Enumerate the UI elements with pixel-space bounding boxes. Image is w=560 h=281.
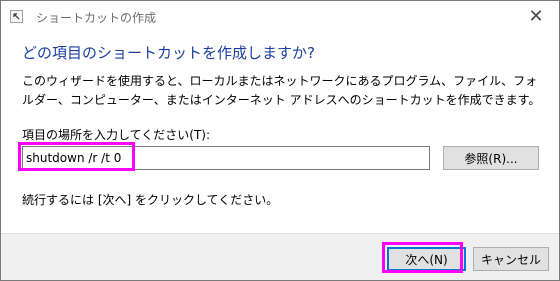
button-bar: 次へ(N) キャンセル xyxy=(1,233,559,280)
next-button[interactable]: 次へ(N) xyxy=(387,247,466,271)
continue-instruction: 続行するには [次へ] をクリックしてください。 xyxy=(22,193,279,207)
close-icon: ✕ xyxy=(528,6,544,27)
browse-button[interactable]: 参照(R)... xyxy=(443,146,539,170)
back-arrow-icon xyxy=(13,13,20,20)
wizard-description: このウィザードを使用すると、ローカルまたはネットワークにあるプログラム、ファイル… xyxy=(22,74,541,107)
window-title: ショートカットの作成 xyxy=(36,11,157,25)
back-button[interactable] xyxy=(10,10,23,23)
page-heading: どの項目のショートカットを作成しますか? xyxy=(22,44,315,62)
close-button[interactable]: ✕ xyxy=(513,1,559,32)
location-label: 項目の場所を入力してください(T): xyxy=(22,128,211,142)
title-bar: ショートカットの作成 ✕ xyxy=(1,1,559,32)
create-shortcut-dialog: ショートカットの作成 ✕ どの項目のショートカットを作成しますか? このウィザー… xyxy=(0,0,560,281)
location-input[interactable] xyxy=(22,146,430,170)
cancel-button[interactable]: キャンセル xyxy=(473,247,549,271)
